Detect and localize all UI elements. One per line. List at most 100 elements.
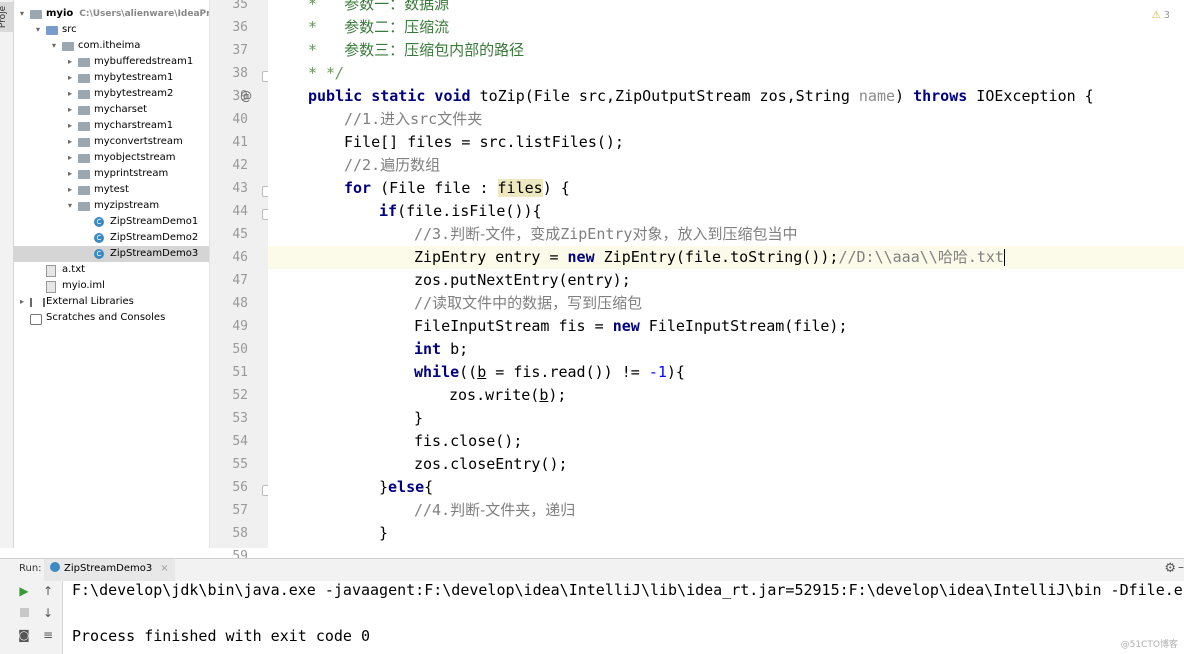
chevron-down-icon[interactable]: ▾	[34, 22, 42, 38]
project-tool-window-button[interactable]: Proje	[0, 2, 13, 32]
tree-item-label: myobjectstream	[94, 152, 176, 163]
comment: 判断-文件，变成	[450, 225, 561, 243]
code-line-51[interactable]: while((b = fis.read()) != -1){	[414, 361, 685, 384]
tree-item-label: ZipStreamDemo3	[110, 248, 199, 259]
code-line-57[interactable]: //4.判断-文件夹，递归	[414, 499, 575, 522]
code-line-47[interactable]: zos.putNextEntry(entry);	[414, 269, 631, 292]
code-line-44[interactable]: if(file.isFile()){	[379, 200, 542, 223]
code-line-38[interactable]: * */	[308, 62, 344, 85]
gear-icon[interactable]: ⚙	[1164, 561, 1176, 576]
code-line-50[interactable]: int b;	[414, 338, 468, 361]
tree-item-zipstreamdemo2[interactable]: C ZipStreamDemo2	[14, 230, 209, 246]
code-line-45[interactable]: //3.判断-文件，变成ZipEntry对象，放入到压缩包当中	[414, 223, 797, 246]
chevron-right-icon[interactable]: ▸	[66, 102, 74, 118]
package-icon	[78, 58, 90, 67]
tree-item-label: myzipstream	[94, 200, 160, 211]
tree-item-mybufferedstream1[interactable]: ▸ mybufferedstream1	[14, 54, 209, 70]
keyword: new	[612, 317, 640, 335]
code-line-40[interactable]: //1.进入src文件夹	[344, 108, 482, 131]
tree-item-myio[interactable]: ▾ myioC:\Users\alienware\IdeaProje	[14, 6, 209, 22]
minimize-icon[interactable]: –	[1178, 560, 1184, 574]
close-icon[interactable]: ×	[160, 563, 168, 574]
code-line-35[interactable]: * 参数一：数据源	[308, 0, 449, 16]
chevron-down-icon[interactable]: ▾	[50, 38, 58, 54]
code-line-58[interactable]: }	[379, 522, 388, 545]
comment: //4.	[414, 501, 451, 519]
chevron-right-icon[interactable]: ▸	[66, 166, 74, 182]
code-text: }	[414, 409, 424, 427]
package-icon	[78, 90, 90, 99]
project-tree[interactable]: ▾myioC:\Users\alienware\IdeaProje▾src▾co…	[14, 0, 210, 548]
chevron-right-icon[interactable]: ▸	[66, 54, 74, 70]
tree-item-label: a.txt	[62, 264, 86, 275]
jdoc-text: 参数三：压缩包内部的路径	[344, 41, 525, 59]
scratches-icon	[30, 314, 42, 325]
tree-item-zipstreamdemo3[interactable]: C ZipStreamDemo3	[14, 246, 209, 262]
code-line-36[interactable]: * 参数二：压缩流	[308, 16, 449, 39]
chevron-right-icon[interactable]: ▸	[18, 294, 26, 310]
inspection-widget[interactable]: ⚠ 3	[1152, 10, 1170, 21]
tree-item-myconvertstream[interactable]: ▸ myconvertstream	[14, 134, 209, 150]
tree-item-mytest[interactable]: ▸ mytest	[14, 182, 209, 198]
tree-item-myobjectstream[interactable]: ▸ myobjectstream	[14, 150, 209, 166]
tree-item-label: mybytestream1	[94, 72, 174, 83]
code-line-41[interactable]: File[] files = src.listFiles();	[344, 131, 624, 154]
tree-item-src[interactable]: ▾ src	[14, 22, 209, 38]
chevron-down-icon[interactable]: ▾	[18, 6, 26, 22]
soft-wrap-icon[interactable]: ≡	[40, 627, 56, 643]
file-icon	[46, 265, 56, 277]
annotation-icon[interactable]: @	[240, 89, 252, 103]
tree-item-zipstreamdemo1[interactable]: C ZipStreamDemo1	[14, 214, 209, 230]
editor-gutter: 35 36 37 38 39 40 41 42 43 44 45 46 47 48 49 50 51 52 53 54…	[210, 0, 273, 564]
tree-item-myzipstream[interactable]: ▾ myzipstream	[14, 198, 209, 214]
chevron-down-icon[interactable]: ▾	[66, 198, 74, 214]
code-line-37[interactable]: * 参数三：压缩包内部的路径	[308, 39, 524, 62]
tree-item-myprintstream[interactable]: ▸ myprintstream	[14, 166, 209, 182]
reassigned-variable: b	[539, 386, 549, 404]
code-line-52[interactable]: zos.write(b);	[449, 384, 566, 407]
camera-icon[interactable]: ◙	[16, 627, 32, 643]
code-line-43[interactable]: for (File file : files) {	[344, 177, 570, 200]
code-line-49[interactable]: FileInputStream fis = new FileInputStrea…	[414, 315, 848, 338]
chevron-right-icon[interactable]: ▸	[66, 150, 74, 166]
code-line-39[interactable]: public static void toZip(File src,ZipOut…	[308, 85, 1094, 108]
stop-icon[interactable]	[16, 605, 32, 621]
chevron-right-icon[interactable]: ▸	[66, 70, 74, 86]
code-line-56[interactable]: }else{	[379, 476, 433, 499]
code-editor[interactable]: * 参数一：数据源 * 参数二：压缩流 * 参数三：压缩包内部的路径 * */ …	[268, 0, 1184, 548]
comment: 判断-文件夹，递归	[450, 501, 576, 519]
module-path: C:\Users\alienware\IdeaProje	[79, 9, 209, 19]
code-line-42[interactable]: //2.遍历数组	[344, 154, 440, 177]
project-tool-label: Proje	[0, 5, 9, 29]
keyword: throws	[913, 87, 968, 105]
chevron-right-icon[interactable]: ▸	[66, 86, 74, 102]
tree-item-scratches-and-consoles[interactable]: Scratches and Consoles	[14, 310, 209, 326]
reassigned-variable: b	[477, 363, 487, 381]
code-line-53[interactable]: }	[414, 407, 423, 430]
chevron-right-icon[interactable]: ▸	[66, 182, 74, 198]
up-arrow-icon[interactable]: ↑	[40, 583, 56, 599]
jdoc-prefix: *	[308, 41, 345, 59]
code-line-59[interactable]: }	[344, 545, 353, 548]
run-console[interactable]: F:\develop\jdk\bin\java.exe -javaagent:F…	[63, 581, 1184, 654]
chevron-right-icon[interactable]: ▸	[66, 118, 74, 134]
tree-item-com-itheima[interactable]: ▾ com.itheima	[14, 38, 209, 54]
run-toolbar: ▶ ↑ ↓ ≡ ◙	[0, 581, 63, 654]
code-line-55[interactable]: zos.closeEntry();	[414, 453, 568, 476]
chevron-right-icon[interactable]: ▸	[66, 134, 74, 150]
comment: 遍历数组	[380, 156, 441, 174]
rerun-icon[interactable]: ▶	[16, 583, 32, 599]
tree-item-myio-iml[interactable]: myio.iml	[14, 278, 209, 294]
code-line-48[interactable]: //读取文件中的数据，写到压缩包	[414, 292, 642, 315]
code-line-54[interactable]: fis.close();	[414, 430, 522, 453]
tree-item-mybytestream2[interactable]: ▸ mybytestream2	[14, 86, 209, 102]
tree-item-a-txt[interactable]: a.txt	[14, 262, 209, 278]
tree-item-mycharset[interactable]: ▸ mycharset	[14, 102, 209, 118]
tree-item-mycharstream1[interactable]: ▸ mycharstream1	[14, 118, 209, 134]
code-line-46[interactable]: ZipEntry entry = new ZipEntry(file.toStr…	[414, 246, 1005, 269]
down-arrow-icon[interactable]: ↓	[40, 605, 56, 621]
warning-icon: ⚠	[1151, 10, 1161, 21]
tree-item-external-libraries[interactable]: ▸ External Libraries	[14, 294, 209, 310]
tree-item-mybytestream1[interactable]: ▸ mybytestream1	[14, 70, 209, 86]
comment: //D:\\aaa\\	[838, 248, 938, 266]
